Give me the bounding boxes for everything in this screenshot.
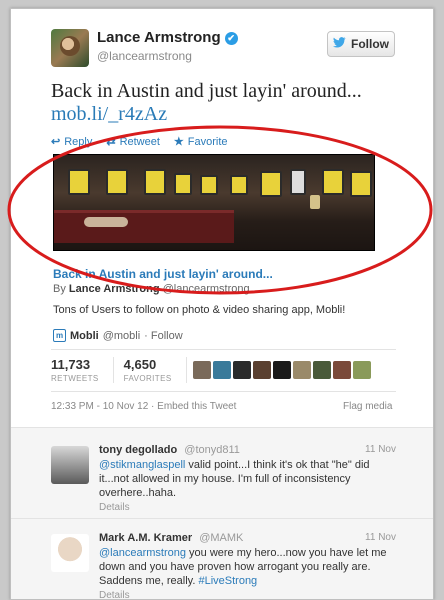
reply-mention[interactable]: @lancearmstrong [99, 547, 186, 559]
favorites-label: FAVORITES [123, 374, 172, 383]
retweets-label: RETWEETS [51, 374, 99, 383]
retweets-count: 11,733 [51, 357, 91, 372]
annotation-circle [7, 125, 433, 295]
media-source: m Mobli @mobli · Follow [53, 329, 183, 342]
reply-author-handle: @MAMK [199, 532, 244, 544]
author-name[interactable]: Lance Armstrong ✔ [97, 29, 238, 46]
author-avatar[interactable] [51, 29, 89, 67]
flag-media-link[interactable]: Flag media [343, 401, 392, 412]
reply-text: @lancearmstrong you were my hero...now y… [99, 546, 389, 588]
tweet-header: Lance Armstrong ✔ @lancearmstrong Follow [51, 29, 401, 79]
retweets-stat[interactable]: 11,733 RETWEETS [51, 357, 114, 383]
reply-avatar[interactable] [51, 534, 89, 572]
favoriter-avatars [193, 361, 371, 379]
user-avatar[interactable] [313, 361, 331, 379]
user-avatar[interactable] [273, 361, 291, 379]
tweet-text: Back in Austin and just layin' around... [51, 80, 362, 102]
favorites-count: 4,650 [123, 357, 157, 372]
user-avatar[interactable] [333, 361, 351, 379]
reply-author-handle: @tonyd811 [184, 444, 240, 456]
tweet-link[interactable]: mob.li/_r4zAz [51, 103, 167, 126]
source-handle[interactable]: @mobli [103, 330, 140, 342]
reply-date[interactable]: 11 Nov [365, 532, 396, 543]
source-follow-link[interactable]: · Follow [144, 330, 183, 342]
author-name-text[interactable]: Lance Armstrong [97, 29, 221, 46]
replies-section: tony degollado @tonyd811 11 Nov @stikman… [11, 427, 433, 599]
reply-details-link[interactable]: Details [99, 590, 130, 599]
reply-author-name: Mark A.M. Kramer [99, 532, 193, 544]
reply-date[interactable]: 11 Nov [365, 444, 396, 455]
verified-icon: ✔ [224, 32, 238, 45]
reply-item: tony degollado @tonyd811 11 Nov @stikman… [51, 444, 396, 524]
divider [11, 518, 433, 519]
favorites-stat[interactable]: 4,650 FAVORITES [124, 357, 187, 383]
reply-avatar[interactable] [51, 446, 89, 484]
media-description: Tons of Users to follow on photo & video… [53, 304, 346, 316]
divider [51, 391, 396, 392]
tweet-card: Lance Armstrong ✔ @lancearmstrong Follow … [10, 8, 434, 600]
reply-author[interactable]: tony degollado @tonyd811 [99, 444, 240, 456]
user-avatar[interactable] [233, 361, 251, 379]
source-name[interactable]: Mobli [70, 330, 99, 342]
twitter-bird-icon [333, 37, 346, 51]
follow-button[interactable]: Follow [327, 31, 395, 57]
author-handle[interactable]: @lancearmstrong [97, 49, 192, 63]
reply-text: @stikmanglaspell valid point...I think i… [99, 458, 389, 500]
user-avatar[interactable] [193, 361, 211, 379]
user-avatar[interactable] [353, 361, 371, 379]
reply-item: Mark A.M. Kramer @MAMK 11 Nov @lancearms… [51, 532, 396, 599]
user-avatar[interactable] [253, 361, 271, 379]
divider [51, 349, 396, 350]
reply-mention[interactable]: @stikmanglaspell [99, 459, 185, 471]
reply-author-name: tony degollado [99, 444, 178, 456]
mobli-logo-icon: m [53, 329, 66, 342]
follow-button-label: Follow [351, 37, 389, 51]
tweet-stats: 11,733 RETWEETS 4,650 FAVORITES [51, 357, 197, 383]
reply-hashtag[interactable]: #LiveStrong [198, 575, 257, 587]
user-avatar[interactable] [293, 361, 311, 379]
tweet-timestamp[interactable]: 12:33 PM - 10 Nov 12 · Embed this Tweet [51, 401, 236, 412]
user-avatar[interactable] [213, 361, 231, 379]
reply-author[interactable]: Mark A.M. Kramer @MAMK [99, 532, 243, 544]
reply-details-link[interactable]: Details [99, 502, 130, 513]
